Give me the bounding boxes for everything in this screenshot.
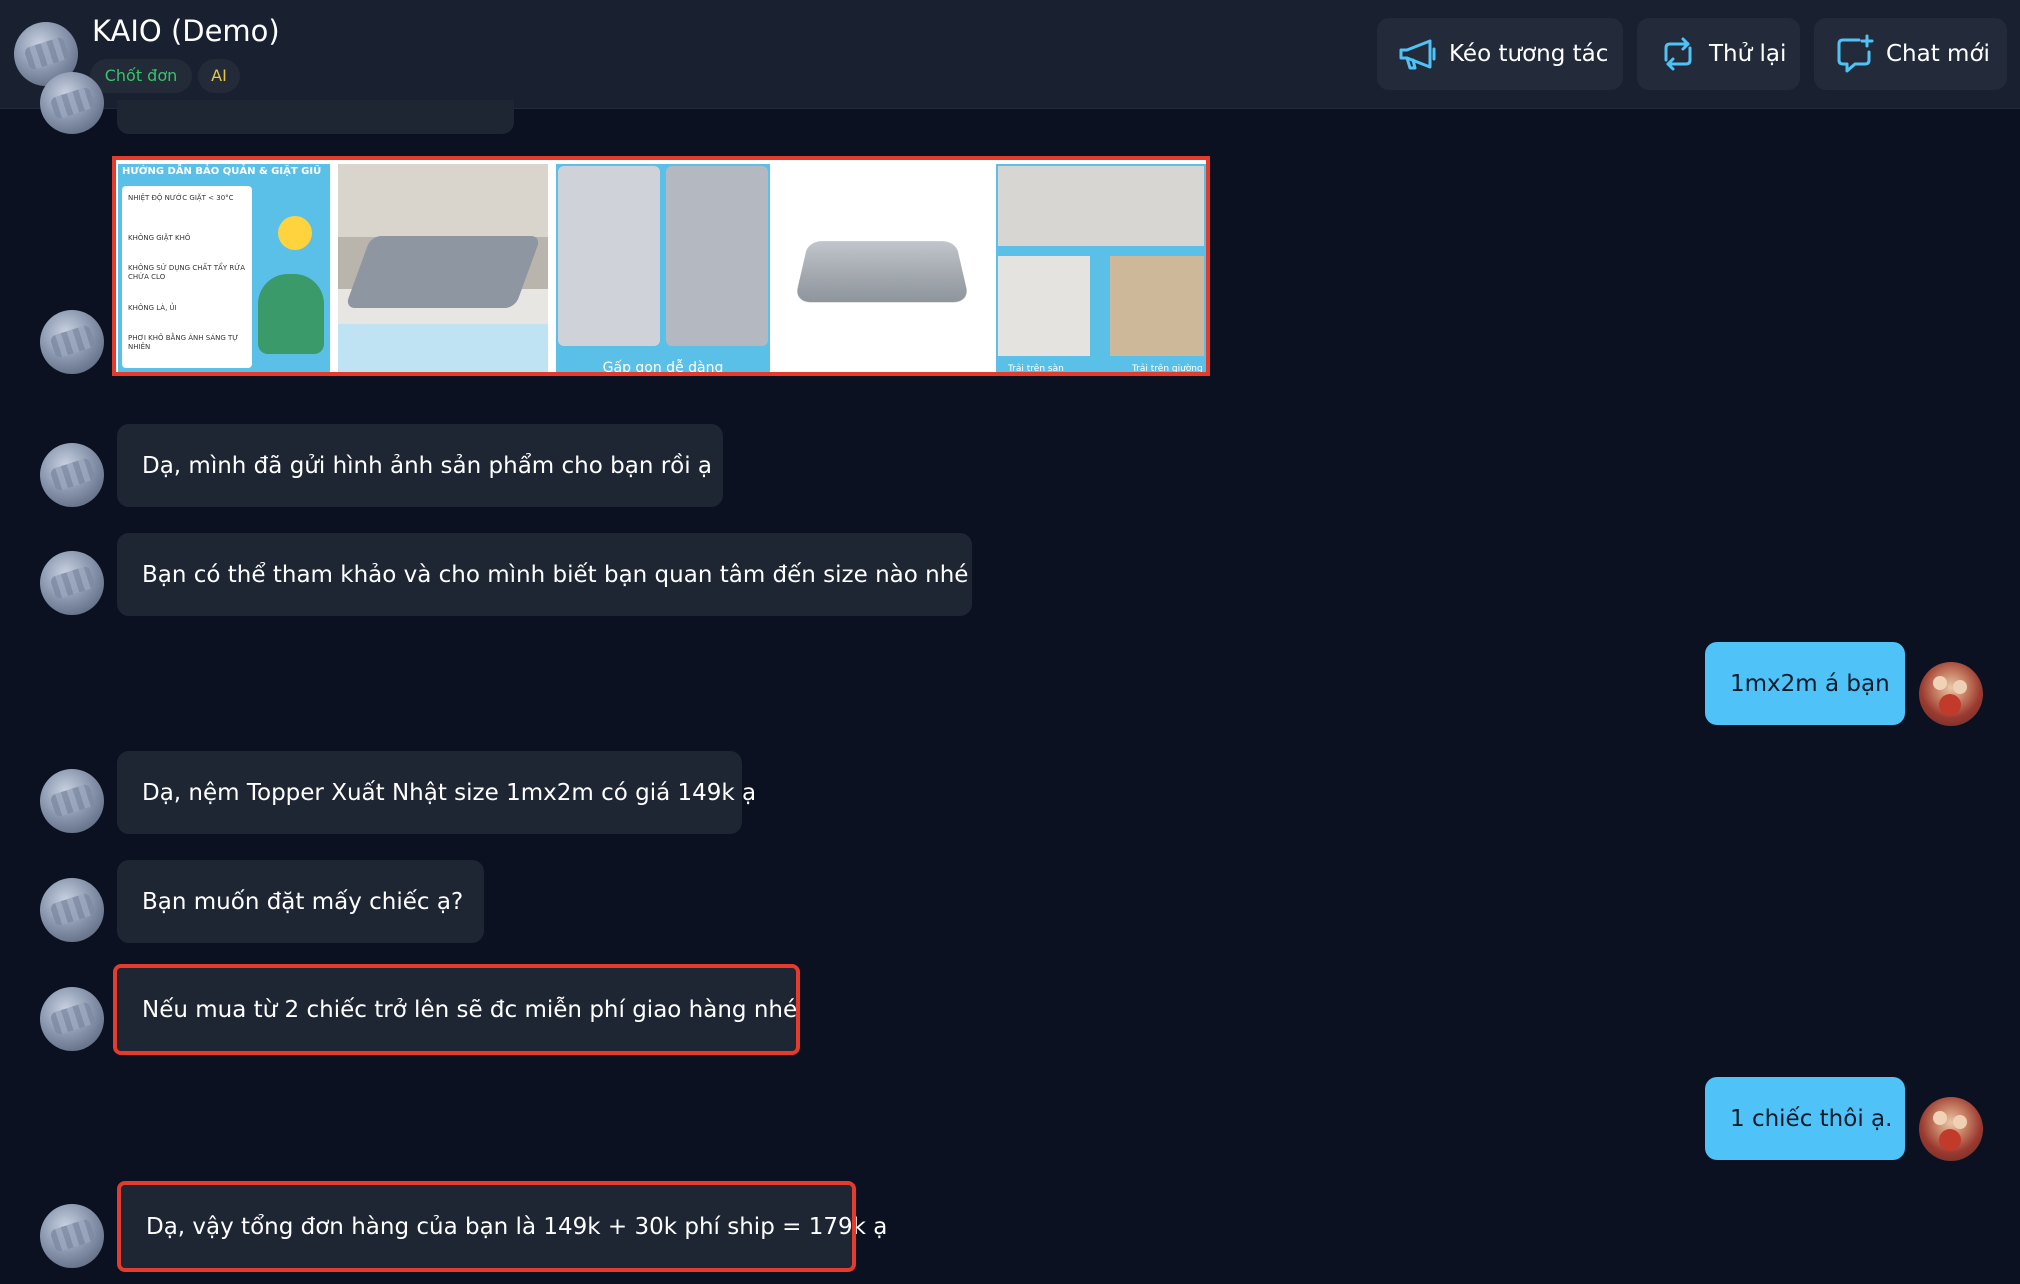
retry-label: Thử lại: [1709, 41, 1787, 67]
care-guide-card: NHIỆT ĐỘ NƯỚC GIẶT < 30°C KHÔNG GIẶT KHÔ…: [122, 186, 252, 368]
tag-ai: AI: [198, 59, 240, 93]
bot-avatar: [40, 551, 104, 615]
pull-interaction-label: Kéo tương tác: [1449, 41, 1609, 67]
bed-caption: Trải trên giường: [1132, 364, 1203, 372]
usage-photo-floor: [998, 256, 1090, 356]
new-chat-label: Chat mới: [1886, 41, 1990, 67]
megaphone-icon: [1397, 33, 1439, 75]
care-item: KHÔNG SỬ DỤNG CHẤT TẨY RỬA CHỨA CLO: [128, 264, 245, 281]
bot-avatar: [40, 310, 104, 374]
bot-avatar: [40, 878, 104, 942]
user-message: 1 chiếc thôi ạ.: [1705, 1077, 1905, 1160]
mattress-photo: [344, 236, 542, 308]
fold-photo-1: [558, 166, 660, 346]
retry-icon: [1657, 33, 1699, 75]
chat-header: KAIO (Demo) Chốt đơn AI Kéo tương tác Th…: [0, 0, 2020, 109]
chat-title: KAIO (Demo): [92, 14, 280, 48]
product-image-usage[interactable]: Trải trên sàn Trải trên giường: [996, 164, 1206, 372]
product-image-fold[interactable]: Gấp gọn dễ dàng: [556, 164, 770, 372]
care-item: NHIỆT ĐỘ NƯỚC GIẶT < 30°C: [128, 194, 234, 202]
bot-message: Bạn có thể tham khảo và cho mình biết bạ…: [117, 533, 972, 616]
chat-plus-icon: [1834, 33, 1876, 75]
bot-avatar: [40, 769, 104, 833]
tag-chot-don: Chốt đơn: [90, 59, 192, 93]
usage-photo-top: [998, 166, 1204, 246]
bot-avatar: [40, 987, 104, 1051]
product-image-plain[interactable]: [778, 164, 988, 372]
care-item: KHÔNG GIẶT KHÔ: [128, 234, 191, 242]
message-bubble-partial: [117, 100, 514, 134]
product-image-gallery[interactable]: HƯỚNG DẪN BẢO QUẢN & GIẶT GIŨ NHIỆT ĐỘ N…: [112, 156, 1210, 376]
bot-avatar: [40, 443, 104, 507]
new-chat-button[interactable]: Chat mới: [1814, 18, 2007, 90]
fold-photo-2: [666, 166, 768, 346]
bot-message: Bạn muốn đặt mấy chiếc ạ?: [117, 860, 484, 943]
bot-message: Dạ, mình đã gửi hình ảnh sản phẩm cho bạ…: [117, 424, 723, 507]
user-avatar: [1919, 662, 1983, 726]
product-image-care-guide[interactable]: HƯỚNG DẪN BẢO QUẢN & GIẶT GIŨ NHIỆT ĐỘ N…: [118, 164, 330, 372]
retry-button[interactable]: Thử lại: [1637, 18, 1800, 90]
bot-message: Dạ, nệm Topper Xuất Nhật size 1mx2m có g…: [117, 751, 756, 834]
care-guide-title: HƯỚNG DẪN BẢO QUẢN & GIẶT GIŨ: [122, 166, 322, 177]
usage-photo-bed: [1110, 256, 1204, 356]
mattress-plain-photo: [794, 241, 970, 303]
cartoon-illustration: [258, 274, 324, 354]
fold-caption: Gấp gọn dễ dàng: [602, 360, 724, 372]
feature-icons-strip: [338, 324, 548, 372]
bot-avatar: [40, 72, 104, 134]
sun-illustration: [278, 216, 312, 250]
user-message: 1mx2m á bạn: [1705, 642, 1905, 725]
care-item: PHƠI KHÔ BẰNG ÁNH SÁNG TỰ NHIÊN: [128, 334, 239, 351]
bot-message-highlighted: Nếu mua từ 2 chiếc trở lên sẽ đc miễn ph…: [113, 964, 800, 1055]
pull-interaction-button[interactable]: Kéo tương tác: [1377, 18, 1623, 90]
floor-caption: Trải trên sàn: [1008, 364, 1064, 372]
product-image-lifestyle[interactable]: [338, 164, 548, 372]
care-item: KHÔNG LÀ, ỦI: [128, 304, 177, 312]
bot-avatar: [40, 1204, 104, 1268]
bot-message-highlighted: Dạ, vậy tổng đơn hàng của bạn là 149k + …: [117, 1181, 887, 1272]
user-avatar: [1919, 1097, 1983, 1161]
